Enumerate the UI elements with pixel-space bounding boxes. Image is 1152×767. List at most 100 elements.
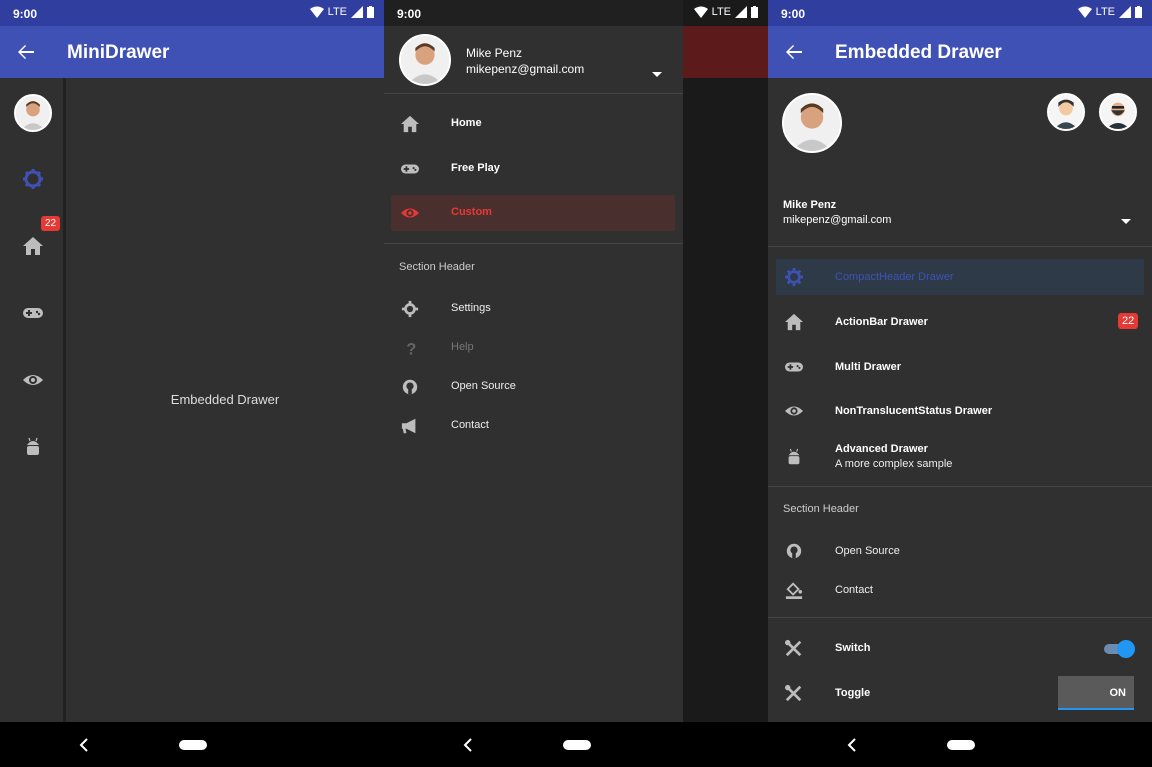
drawer-item-open-source[interactable]: Open Source — [384, 369, 683, 405]
signal-icon — [351, 6, 363, 18]
drawer-item-custom[interactable]: Custom — [391, 195, 675, 231]
switch-toggle[interactable] — [1102, 640, 1135, 658]
profile-avatar[interactable] — [399, 34, 451, 86]
drawer-item-compactheader[interactable]: CompactHeader Drawer — [776, 259, 1144, 295]
gamepad-icon — [785, 362, 803, 372]
drawer-item-label: Switch — [835, 642, 871, 654]
gear-icon — [785, 268, 803, 286]
status-bar: 9:00 LTE — [0, 0, 384, 26]
nav-home-pill[interactable] — [563, 740, 591, 750]
mini-drawer — [0, 78, 66, 722]
drawer-item-label: NonTranslucentStatus Drawer — [835, 405, 993, 417]
account-switcher-arrow-icon[interactable] — [652, 72, 662, 77]
drawer-item-free-play[interactable]: Free Play — [384, 151, 683, 187]
status-time: 9:00 — [397, 7, 422, 21]
drawer-item-contact[interactable]: Contact — [768, 572, 1152, 608]
drawer-item-settings[interactable]: Settings — [384, 291, 683, 327]
drawer-item-label: Multi Drawer — [835, 361, 902, 373]
battery-icon — [367, 6, 374, 18]
paint-bucket-icon — [785, 582, 803, 599]
navigation-bar — [0, 722, 384, 767]
github-icon — [786, 543, 802, 559]
drawer-screen: 9:00 LTE 9:00 Mike Penz mikepenz@gmail.c… — [384, 0, 768, 767]
content-text: Embedded Drawer — [170, 392, 280, 407]
navigation-bar — [768, 722, 1152, 767]
drawer-item-contact[interactable]: Contact — [384, 408, 683, 444]
app-bar: Embedded Drawer — [768, 26, 1152, 78]
network-label: LTE — [711, 6, 731, 18]
tools-icon — [785, 639, 802, 657]
drawer-item-label: Settings — [451, 302, 491, 314]
header-divider — [384, 93, 683, 94]
gear-icon — [401, 300, 419, 318]
signal-icon — [1119, 6, 1131, 18]
drawer-item-label: Home — [451, 117, 482, 129]
nav-back-icon[interactable] — [462, 738, 474, 752]
drawer-item-label: ActionBar Drawer — [835, 316, 928, 328]
status-bar: 9:00 LTE — [768, 0, 1152, 26]
nav-home-pill[interactable] — [179, 740, 207, 750]
account-email: mikepenz@gmail.com — [783, 214, 892, 226]
drawer-item-switch[interactable]: Switch — [768, 630, 1152, 666]
profile-avatar[interactable] — [14, 94, 52, 132]
nav-back-icon[interactable] — [846, 738, 858, 752]
profile-avatar[interactable] — [782, 93, 842, 153]
section-header: Section Header — [399, 261, 475, 273]
drawer-item-actionbar[interactable]: ActionBar Drawer 22 — [768, 304, 1152, 340]
header-divider — [768, 246, 1152, 247]
profile-avatar-secondary[interactable] — [1047, 93, 1085, 131]
drawer-item-home[interactable]: Home — [384, 106, 683, 142]
gear-icon[interactable] — [22, 168, 44, 190]
drawer-item-description: A more complex sample — [835, 458, 953, 470]
drawer-item-label: Open Source — [451, 380, 516, 392]
section-divider — [384, 243, 683, 244]
status-icons: LTE — [309, 6, 374, 18]
back-arrow-icon[interactable] — [16, 42, 36, 62]
gamepad-icon — [401, 164, 419, 174]
tools-icon — [785, 684, 802, 702]
drawer-item-label: Open Source — [835, 545, 900, 557]
home-icon — [785, 313, 803, 331]
switch-thumb — [1117, 640, 1135, 658]
toggle-button[interactable]: ON — [1058, 676, 1134, 710]
eye-icon[interactable] — [22, 369, 44, 391]
help-icon: ? — [406, 340, 416, 357]
home-icon — [401, 115, 419, 133]
navigation-bar — [384, 722, 768, 767]
nav-home-pill[interactable] — [947, 740, 975, 750]
profile-avatar-tertiary[interactable] — [1099, 93, 1137, 131]
battery-icon — [751, 6, 758, 18]
android-icon — [788, 448, 800, 465]
network-label: LTE — [1095, 6, 1115, 18]
eye-icon — [401, 208, 419, 218]
android-icon[interactable] — [22, 436, 44, 458]
status-icons: LTE — [1077, 6, 1142, 18]
page-title: Embedded Drawer — [835, 42, 1002, 63]
battery-icon — [1135, 6, 1142, 18]
status-icons: LTE — [693, 6, 758, 18]
drawer-item-label: Free Play — [451, 162, 500, 174]
drawer-item-multi[interactable]: Multi Drawer — [768, 349, 1152, 385]
drawer-item-nontranslucent[interactable]: NonTranslucentStatus Drawer — [768, 393, 1152, 429]
drawer-item-advanced[interactable]: Advanced Drawer A more complex sample — [768, 438, 1152, 478]
account-name: Mike Penz — [466, 46, 523, 60]
embedded-drawer-screen: 9:00 LTE Embedded Drawer Mike Penz mikep… — [768, 0, 1152, 767]
drawer-item-label: Contact — [835, 584, 873, 596]
svg-text:?: ? — [406, 340, 416, 357]
account-switcher-arrow-icon[interactable] — [1121, 219, 1131, 224]
wifi-icon — [309, 6, 324, 18]
drawer-item-label: Custom — [451, 206, 492, 218]
gamepad-icon[interactable] — [22, 302, 44, 324]
network-label: LTE — [327, 6, 347, 18]
signal-icon — [735, 6, 747, 18]
drawer-item-open-source[interactable]: Open Source — [768, 533, 1152, 569]
section-divider — [768, 486, 1152, 487]
nav-back-icon[interactable] — [78, 738, 90, 752]
back-arrow-icon[interactable] — [784, 42, 804, 62]
drawer-item-label: Toggle — [835, 687, 871, 699]
home-icon[interactable] — [22, 235, 44, 257]
mini-drawer-screen: 9:00 LTE MiniDrawer 22 Embedded Drawer — [0, 0, 384, 767]
section-header: Section Header — [783, 503, 859, 515]
drawer-item-label: Help — [451, 341, 474, 353]
drawer-item-label: CompactHeader Drawer — [835, 271, 954, 283]
